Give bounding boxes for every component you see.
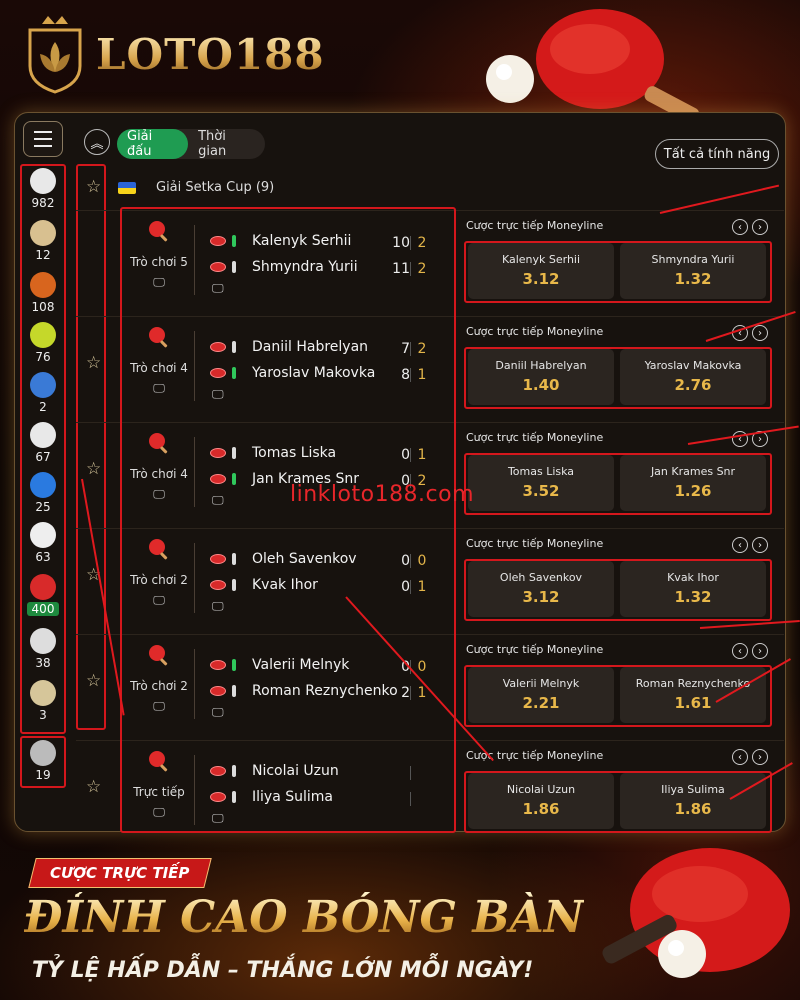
table-tennis-paddle-image — [602, 848, 790, 978]
sport-item[interactable]: 63 — [20, 522, 66, 564]
sport-count: 25 — [35, 500, 51, 514]
all-features-button[interactable]: Tất cả tính năng — [655, 139, 779, 169]
market-label: Cược trực tiếp Moneyline — [466, 325, 604, 338]
matches-highlight-box — [120, 207, 456, 833]
chevron-right-icon[interactable]: › — [752, 643, 768, 659]
sport-count: 400 — [27, 602, 59, 616]
chevron-left-icon[interactable]: ‹ — [732, 643, 748, 659]
basketball-icon — [30, 272, 56, 298]
favorite-star-icon[interactable]: ☆ — [86, 777, 101, 797]
sport-item[interactable]: 19 — [20, 740, 66, 782]
collapse-up-icon[interactable]: ︽ — [84, 129, 110, 155]
chevron-right-icon[interactable]: › — [752, 537, 768, 553]
sport-item[interactable]: 38 — [20, 628, 66, 670]
odds-highlight-box — [464, 559, 772, 621]
promo-badge: CƯỢC TRỰC TIẾP — [28, 858, 212, 888]
sport-count: 108 — [31, 300, 55, 314]
sport-item[interactable]: 67 — [20, 422, 66, 464]
odds-highlight-box — [464, 771, 772, 833]
league-name: Giải Setka Cup (9) — [156, 180, 275, 195]
lotus-crown-icon — [28, 16, 82, 94]
favorite-star-icon[interactable]: ☆ — [86, 177, 101, 197]
chevron-right-icon[interactable]: › — [752, 749, 768, 765]
sport-item[interactable]: 12 — [20, 220, 66, 262]
odds-highlight-box — [464, 347, 772, 409]
favorite-star-icon[interactable]: ☆ — [86, 671, 101, 691]
odds-highlight-box — [464, 241, 772, 303]
promo-subtitle: TỶ LỆ HẤP DẪN – THẮNG LỚN MỖI NGÀY! — [32, 958, 534, 983]
sport-count: 76 — [35, 350, 51, 364]
watermark: linkloto188.com — [290, 482, 475, 507]
soccer-ball-icon — [30, 168, 56, 194]
odds-highlight-box — [464, 453, 772, 515]
promo-badge-label: CƯỢC TRỰC TIẾP — [50, 864, 190, 882]
market-label: Cược trực tiếp Moneyline — [466, 219, 604, 232]
brand-name: LOTO188 — [96, 29, 325, 79]
favorite-star-icon[interactable]: ☆ — [86, 459, 101, 479]
tennis-ball-icon — [30, 322, 56, 348]
market-label: Cược trực tiếp Moneyline — [466, 537, 604, 550]
league-header[interactable]: Giải Setka Cup (9) — [118, 180, 274, 195]
sport-count: 3 — [39, 708, 47, 722]
sport-count: 67 — [35, 450, 51, 464]
hamburger-menu-button[interactable] — [23, 121, 63, 157]
ukraine-flag-icon — [118, 181, 136, 194]
chevron-left-icon[interactable]: ‹ — [732, 219, 748, 235]
sport-count: 38 — [35, 656, 51, 670]
favorite-star-icon[interactable]: ☆ — [86, 353, 101, 373]
badminton-icon — [30, 628, 56, 654]
sport-item[interactable]: 108 — [20, 272, 66, 314]
sport-count: 2 — [39, 400, 47, 414]
volleyball-icon — [30, 472, 56, 498]
table-tennis-icon — [30, 574, 56, 600]
chevron-right-icon[interactable]: › — [752, 325, 768, 341]
baseball-icon — [30, 522, 56, 548]
volleyball-v-icon — [30, 220, 56, 246]
view-tabs: Giải đấu Thời gian — [117, 129, 265, 159]
sport-item[interactable]: 400 — [20, 574, 66, 616]
logo: LOTO188 — [22, 14, 325, 94]
chevron-left-icon[interactable]: ‹ — [732, 749, 748, 765]
sneaker-icon — [30, 372, 56, 398]
sport-item[interactable]: 982 — [20, 168, 66, 210]
tab-time[interactable]: Thời gian — [188, 129, 265, 159]
sport-count: 19 — [35, 768, 51, 782]
sport-count: 63 — [35, 550, 51, 564]
sport-count: 12 — [35, 248, 51, 262]
sport-count: 982 — [31, 196, 55, 210]
market-label: Cược trực tiếp Moneyline — [466, 643, 604, 656]
sport-item[interactable]: 2 — [20, 372, 66, 414]
market-label: Cược trực tiếp Moneyline — [466, 431, 604, 444]
chevron-right-icon[interactable]: › — [752, 219, 768, 235]
sport-item[interactable]: 3 — [20, 680, 66, 722]
sport-item[interactable]: 76 — [20, 322, 66, 364]
promo-title: ĐỈNH CAO BÓNG BÀN — [24, 892, 584, 943]
sport-item[interactable]: 25 — [20, 472, 66, 514]
gamepad-icon — [30, 422, 56, 448]
chevron-left-icon[interactable]: ‹ — [732, 537, 748, 553]
tab-tournament[interactable]: Giải đấu — [117, 129, 189, 159]
more-sports-icon — [30, 740, 56, 766]
billiards-icon — [30, 680, 56, 706]
